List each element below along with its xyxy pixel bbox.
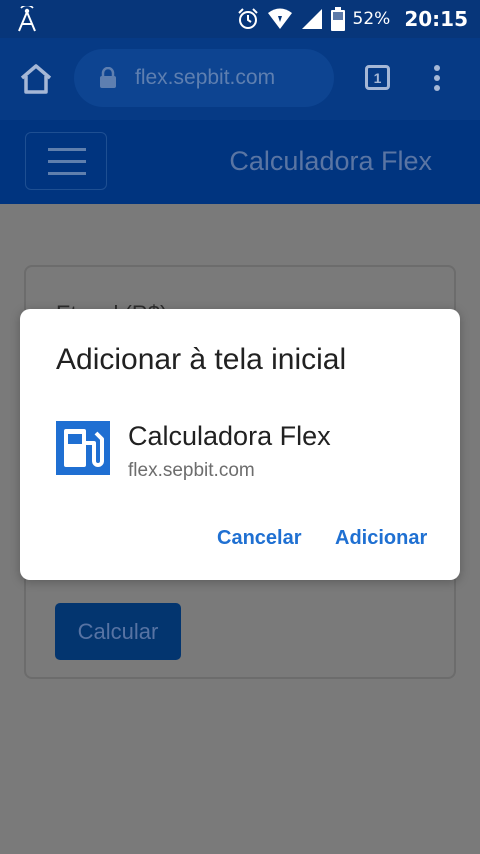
status-bar: 52% 20:15 — [0, 0, 480, 38]
url-bar[interactable]: flex.sepbit.com — [74, 49, 334, 107]
calculate-button[interactable]: Calcular — [55, 603, 181, 660]
menu-dots-icon[interactable] — [432, 65, 442, 95]
fuel-pump-icon — [56, 421, 110, 475]
app-header: Calculadora Flex — [0, 120, 480, 204]
lock-icon — [100, 67, 116, 88]
app-name: Calculadora Flex — [128, 421, 331, 451]
signal-icon — [301, 9, 322, 29]
add-button[interactable]: Adicionar — [335, 527, 427, 550]
status-icons: 52% 20:15 — [237, 0, 468, 38]
tab-switcher-button[interactable]: 1 — [365, 65, 390, 90]
add-to-home-dialog: Adicionar à tela inicial Calculadora Fle… — [20, 309, 460, 580]
hamburger-menu-icon[interactable] — [25, 132, 107, 190]
cancel-button[interactable]: Cancelar — [217, 527, 302, 550]
app-title: Calculadora Flex — [229, 146, 432, 176]
alarm-icon — [237, 8, 258, 29]
cell-tower-icon — [18, 6, 36, 32]
app-url: flex.sepbit.com — [128, 460, 255, 481]
dialog-title: Adicionar à tela inicial — [56, 343, 347, 376]
browser-toolbar: flex.sepbit.com 1 — [0, 38, 480, 120]
battery-icon — [330, 7, 345, 31]
url-text: flex.sepbit.com — [135, 66, 276, 89]
wifi-icon — [267, 8, 292, 29]
battery-percent: 52% — [352, 9, 391, 29]
clock: 20:15 — [404, 7, 468, 31]
home-icon[interactable] — [18, 62, 54, 96]
